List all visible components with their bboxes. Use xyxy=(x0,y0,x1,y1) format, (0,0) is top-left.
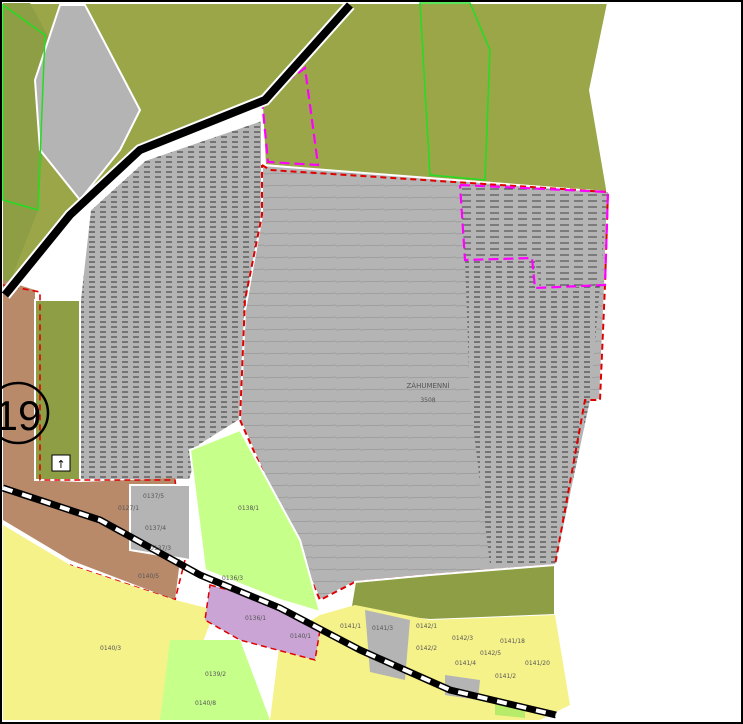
locality-label: ZÁHUMENNÍ xyxy=(407,381,450,390)
parcel-label: 0142/5 xyxy=(480,650,501,657)
parcel-label: 0142/2 xyxy=(416,645,437,652)
parcel-label: 0141/4 xyxy=(455,660,476,667)
parcel-label: 0140/3 xyxy=(100,645,121,652)
parcel-label: 0127/1 xyxy=(118,505,139,512)
parcel-label: 0142/1 xyxy=(416,623,437,630)
parcel-label: 0142/3 xyxy=(452,635,473,642)
parcel-label: 0140/8 xyxy=(195,700,216,707)
parcel-label: 0141/2 xyxy=(495,673,516,680)
parcel-label: 0141/18 xyxy=(500,638,525,645)
parcel-label: 0137/3 xyxy=(150,545,171,552)
parcel-label: 0141/3 xyxy=(372,625,393,632)
parcel-label: 0137/5 xyxy=(143,493,164,500)
parcel-label: 0140/1 xyxy=(290,633,311,640)
land-use-map[interactable]: 19 ↑ ZÁHUMENNÍ 3508 0138/1 0137/5 0137/4… xyxy=(0,0,743,724)
parcel-label: 0136/3 xyxy=(222,575,243,582)
parcel-label: 0136/1 xyxy=(245,615,266,622)
parcel-label: 0141/1 xyxy=(340,623,361,630)
parcel-label: 0137/4 xyxy=(145,525,166,532)
symbol-box-glyph: ↑ xyxy=(56,458,65,471)
parcel-label: 0139/2 xyxy=(205,671,226,678)
garden-zone-west[interactable] xyxy=(34,299,81,481)
locality-sublabel: 3508 xyxy=(420,397,435,404)
parcel-label: 0140/5 xyxy=(138,573,159,580)
parcel-label: 0138/1 xyxy=(238,505,259,512)
zone-number: 19 xyxy=(0,392,41,439)
parcel-label: 0141/20 xyxy=(525,660,550,667)
